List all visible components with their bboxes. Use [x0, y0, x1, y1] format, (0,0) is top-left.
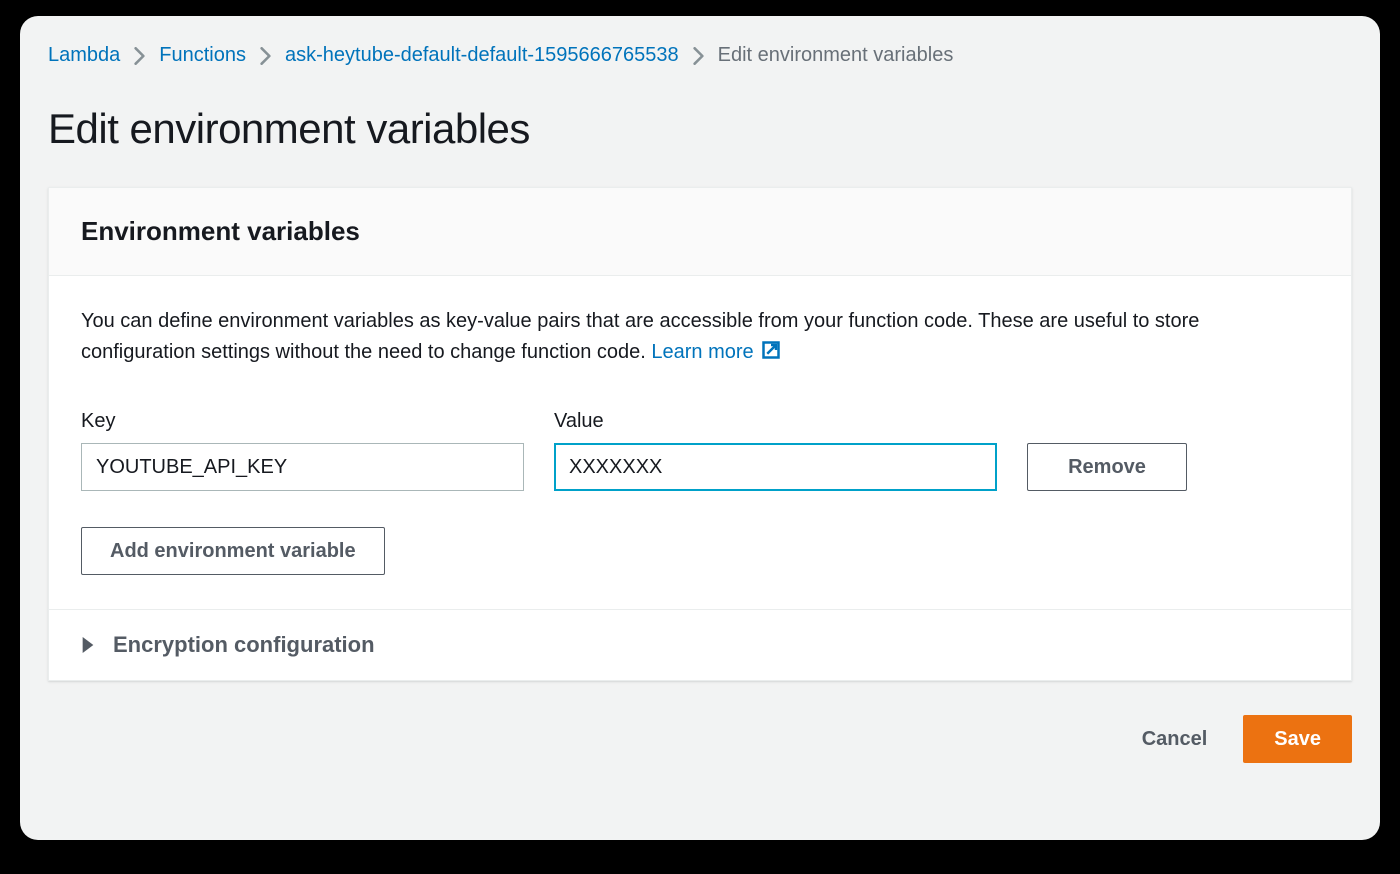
panel-heading: Environment variables [81, 216, 1319, 247]
cancel-button[interactable]: Cancel [1134, 718, 1216, 761]
key-input[interactable] [81, 443, 524, 491]
chevron-right-icon [260, 47, 271, 65]
save-button[interactable]: Save [1243, 715, 1352, 763]
encryption-section-title: Encryption configuration [113, 632, 375, 658]
remove-button[interactable]: Remove [1027, 443, 1187, 491]
add-env-var-button[interactable]: Add environment variable [81, 527, 385, 575]
encryption-section-toggle[interactable]: Encryption configuration [49, 609, 1351, 680]
key-label: Key [81, 410, 524, 433]
panel-description: You can define environment variables as … [81, 306, 1319, 370]
footer-actions: Cancel Save [48, 715, 1352, 763]
env-vars-panel: Environment variables You can define env… [48, 187, 1352, 681]
value-input[interactable] [554, 443, 997, 491]
caret-right-icon [81, 637, 95, 653]
breadcrumb-lambda[interactable]: Lambda [48, 44, 120, 67]
page-title: Edit environment variables [48, 105, 1352, 153]
chevron-right-icon [134, 47, 145, 65]
learn-more-link[interactable]: Learn more [651, 341, 781, 363]
env-var-row: Key Value Remove [81, 410, 1319, 491]
value-label: Value [554, 410, 997, 433]
external-link-icon [761, 339, 781, 370]
chevron-right-icon [693, 47, 704, 65]
breadcrumb: Lambda Functions ask-heytube-default-def… [48, 44, 1352, 67]
breadcrumb-function-name[interactable]: ask-heytube-default-default-159566676553… [285, 44, 679, 67]
breadcrumb-current: Edit environment variables [718, 44, 954, 67]
breadcrumb-functions[interactable]: Functions [159, 44, 246, 67]
panel-header: Environment variables [49, 188, 1351, 276]
